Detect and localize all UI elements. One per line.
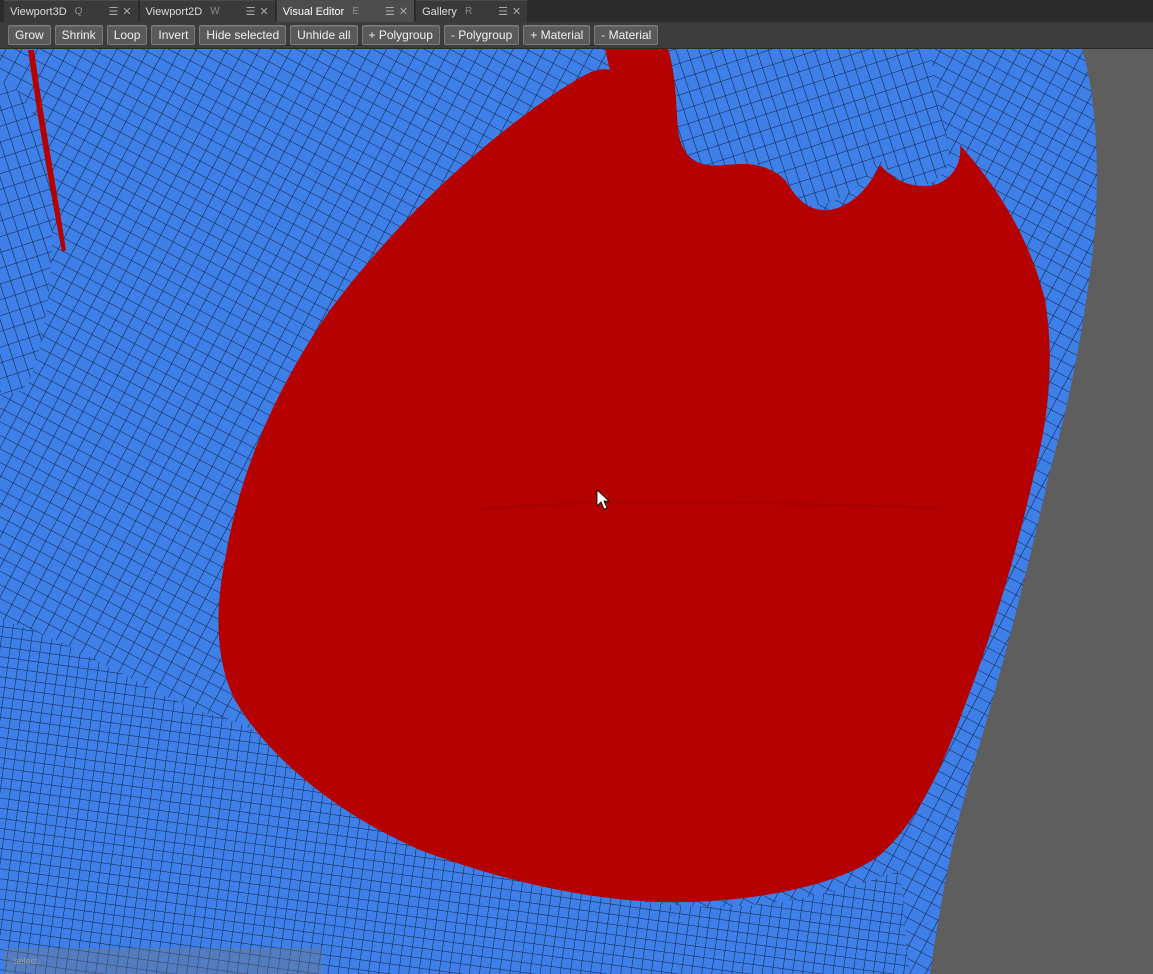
tab-label: Visual Editor — [282, 5, 345, 18]
shrink-button[interactable]: Shrink — [54, 25, 103, 45]
tab-menu-icon[interactable]: ☰ — [246, 5, 256, 18]
mesh-render[interactable] — [0, 49, 1153, 974]
3d-viewport[interactable]: select — [0, 49, 1153, 974]
tab-shortcut-key: Q — [74, 6, 83, 17]
selection-toolbar: Grow Shrink Loop Invert Hide selected Un… — [0, 22, 1153, 49]
tab-close-icon[interactable]: ✕ — [122, 5, 131, 18]
tab-menu-icon[interactable]: ☰ — [498, 5, 508, 18]
grow-button[interactable]: Grow — [8, 25, 51, 45]
tab-shortcut-key: E — [352, 6, 359, 17]
remove-polygroup-button[interactable]: - Polygroup — [443, 25, 520, 45]
tab-menu-icon[interactable]: ☰ — [108, 5, 118, 18]
loop-button[interactable]: Loop — [106, 25, 148, 45]
tab-close-icon[interactable]: ✕ — [260, 5, 269, 18]
tab-shortcut-key: R — [464, 6, 473, 17]
remove-material-button[interactable]: - Material — [594, 25, 659, 45]
add-polygroup-button[interactable]: + Polygroup — [361, 25, 440, 45]
unhide-all-button[interactable]: Unhide all — [290, 25, 358, 45]
tab-bar: Viewport3D Q ☰ ✕ Viewport2D W ☰ ✕ Visual… — [0, 0, 1153, 22]
tab-shortcut-key: W — [210, 6, 220, 17]
status-bar: select — [4, 948, 322, 974]
tab-label: Viewport2D — [145, 5, 203, 18]
add-material-button[interactable]: + Material — [523, 25, 591, 45]
status-text: select — [14, 956, 38, 966]
tab-viewport3d[interactable]: Viewport3D Q ☰ ✕ — [4, 0, 138, 22]
tab-close-icon[interactable]: ✕ — [399, 5, 408, 18]
tab-label: Viewport3D — [10, 5, 67, 18]
hide-selected-button[interactable]: Hide selected — [199, 25, 287, 45]
tab-gallery[interactable]: Gallery R ☰ ✕ — [416, 0, 528, 22]
tab-viewport2d[interactable]: Viewport2D W ☰ ✕ — [139, 0, 275, 22]
tab-label: Gallery — [422, 5, 457, 18]
invert-button[interactable]: Invert — [151, 25, 196, 45]
tab-close-icon[interactable]: ✕ — [512, 5, 521, 18]
tab-visual-editor[interactable]: Visual Editor E ☰ ✕ — [276, 0, 415, 22]
tab-menu-icon[interactable]: ☰ — [385, 5, 395, 18]
